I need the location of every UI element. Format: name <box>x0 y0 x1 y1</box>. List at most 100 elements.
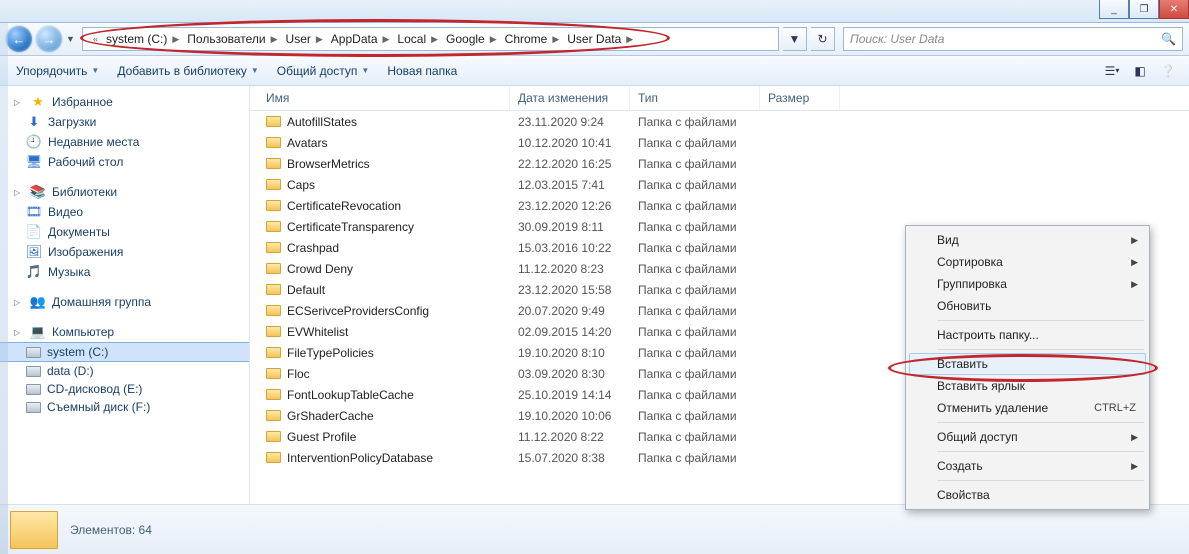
file-date: 12.03.2015 7:41 <box>510 178 630 192</box>
add-to-library-button[interactable]: Добавить в библиотеку▼ <box>109 60 266 82</box>
column-headers: Имя Дата изменения Тип Размер <box>250 86 1189 111</box>
sidebar-item-cd-e[interactable]: CD-дисковод (E:) <box>0 380 249 398</box>
sidebar-libraries-header[interactable]: ▷📚Библиотеки <box>0 182 249 202</box>
ctx-properties[interactable]: Свойства <box>909 484 1146 506</box>
history-dropdown[interactable]: ▼ <box>66 34 78 44</box>
column-header-size[interactable]: Размер <box>760 86 840 110</box>
file-row[interactable]: CertificateRevocation 23.12.2020 12:26Пап… <box>250 195 1189 216</box>
file-date: 25.10.2019 14:14 <box>510 388 630 402</box>
search-icon[interactable]: 🔍 <box>1161 32 1176 46</box>
file-name: Default <box>287 283 325 297</box>
column-header-date[interactable]: Дата изменения <box>510 86 630 110</box>
ctx-group[interactable]: Группировка▶ <box>909 273 1146 295</box>
folder-icon <box>266 158 281 169</box>
breadcrumb-item[interactable]: Local▶ <box>393 28 442 50</box>
file-name: EVWhitelist <box>287 325 348 339</box>
file-name: Crashpad <box>287 241 339 255</box>
file-row[interactable]: AutofillStates23.11.2020 9:24Папка с фай… <box>250 111 1189 132</box>
file-name: Avatars <box>287 136 327 150</box>
file-type: Папка с файлами <box>630 178 760 192</box>
ctx-undo-delete[interactable]: Отменить удалениеCTRL+Z <box>909 397 1146 419</box>
view-options-button[interactable]: ☰▾ <box>1099 60 1125 82</box>
ctx-separator <box>937 451 1144 452</box>
column-header-type[interactable]: Тип <box>630 86 760 110</box>
sidebar-item-pictures[interactable]: 🖼Изображения <box>0 242 249 262</box>
folder-icon <box>266 284 281 295</box>
share-button[interactable]: Общий доступ▼ <box>269 60 378 82</box>
file-type: Папка с файлами <box>630 220 760 234</box>
file-name: InterventionPolicyDatabase <box>287 451 433 465</box>
organize-button[interactable]: Упорядочить▼ <box>8 60 107 82</box>
file-type: Папка с файлами <box>630 199 760 213</box>
file-row[interactable]: BrowserMetrics22.12.2020 16:25Папка с фа… <box>250 153 1189 174</box>
folder-icon <box>266 200 281 211</box>
breadcrumb-item[interactable]: User Data▶ <box>563 28 637 50</box>
file-row[interactable]: Caps12.03.2015 7:41Папка с файлами <box>250 174 1189 195</box>
sidebar-favorites-header[interactable]: ▷★Избранное <box>0 92 249 112</box>
column-header-name[interactable]: Имя <box>250 86 510 110</box>
close-button[interactable]: ✕ <box>1159 0 1189 19</box>
ctx-paste-shortcut[interactable]: Вставить ярлык <box>909 375 1146 397</box>
sidebar-computer-header[interactable]: ▷💻Компьютер <box>0 322 249 342</box>
refresh-button[interactable]: ↻ <box>811 27 835 51</box>
file-date: 19.10.2020 8:10 <box>510 346 630 360</box>
file-type: Папка с файлами <box>630 304 760 318</box>
address-bar[interactable]: « system (C:)▶ Пользователи▶ User▶ AppDa… <box>82 27 779 51</box>
file-name: CertificateRevocation <box>287 199 401 213</box>
sidebar-item-desktop[interactable]: 🖥Рабочий стол <box>0 152 249 172</box>
file-name: FontLookupTableCache <box>287 388 414 402</box>
new-folder-button[interactable]: Новая папка <box>379 60 465 82</box>
breadcrumb-item[interactable]: system (C:)▶ <box>102 28 183 50</box>
file-date: 11.12.2020 8:23 <box>510 262 630 276</box>
folder-icon <box>10 511 58 549</box>
file-type: Папка с файлами <box>630 241 760 255</box>
file-name: Floc <box>287 367 310 381</box>
file-type: Папка с файлами <box>630 451 760 465</box>
search-input[interactable]: Поиск: User Data 🔍 <box>843 27 1183 51</box>
sidebar-item-removable-f[interactable]: Съемный диск (F:) <box>0 398 249 416</box>
sidebar-homegroup-header[interactable]: ▷👥Домашняя группа <box>0 292 249 312</box>
breadcrumb-item[interactable]: Пользователи▶ <box>183 28 281 50</box>
ctx-customize-folder[interactable]: Настроить папку... <box>909 324 1146 346</box>
file-date: 02.09.2015 14:20 <box>510 325 630 339</box>
ctx-new[interactable]: Создать▶ <box>909 455 1146 477</box>
ctx-sort[interactable]: Сортировка▶ <box>909 251 1146 273</box>
forward-button[interactable]: → <box>36 26 62 52</box>
sidebar-item-recent[interactable]: 🕘Недавние места <box>0 132 249 152</box>
breadcrumb-item[interactable]: Chrome▶ <box>501 28 564 50</box>
file-row[interactable]: Avatars10.12.2020 10:41Папка с файлами <box>250 132 1189 153</box>
file-date: 15.03.2016 10:22 <box>510 241 630 255</box>
ctx-refresh[interactable]: Обновить <box>909 295 1146 317</box>
sidebar-item-system-c[interactable]: system (C:) <box>0 342 249 362</box>
folder-icon <box>266 179 281 190</box>
back-button[interactable]: ← <box>6 26 32 52</box>
ctx-share[interactable]: Общий доступ▶ <box>909 426 1146 448</box>
search-placeholder: Поиск: User Data <box>850 32 944 46</box>
file-date: 22.12.2020 16:25 <box>510 157 630 171</box>
maximize-button[interactable]: ❐ <box>1129 0 1159 19</box>
sidebar-item-downloads[interactable]: ⬇Загрузки <box>0 112 249 132</box>
minimize-button[interactable]: _ <box>1099 0 1129 19</box>
address-dropdown[interactable]: ▼ <box>783 27 807 51</box>
address-bar-wrapper: « system (C:)▶ Пользователи▶ User▶ AppDa… <box>82 27 779 51</box>
folder-icon <box>266 116 281 127</box>
file-date: 23.12.2020 12:26 <box>510 199 630 213</box>
sidebar-item-music[interactable]: 🎵Музыка <box>0 262 249 282</box>
folder-icon <box>266 452 281 463</box>
ctx-view[interactable]: Вид▶ <box>909 229 1146 251</box>
folder-icon <box>266 368 281 379</box>
context-menu: Вид▶ Сортировка▶ Группировка▶ Обновить Н… <box>905 225 1150 510</box>
breadcrumb-item[interactable]: Google▶ <box>442 28 501 50</box>
sidebar-item-data-d[interactable]: data (D:) <box>0 362 249 380</box>
folder-icon <box>266 242 281 253</box>
sidebar-item-documents[interactable]: 📄Документы <box>0 222 249 242</box>
preview-pane-button[interactable]: ◧ <box>1127 60 1153 82</box>
file-name: ECSerivceProvidersConfig <box>287 304 429 318</box>
help-button[interactable]: ❔ <box>1155 60 1181 82</box>
status-bar: Элементов: 64 <box>0 504 1189 554</box>
file-name: Guest Profile <box>287 430 356 444</box>
breadcrumb-item[interactable]: AppData▶ <box>327 28 394 50</box>
sidebar-item-videos[interactable]: 🎞Видео <box>0 202 249 222</box>
ctx-paste[interactable]: Вставить <box>909 353 1146 375</box>
breadcrumb-item[interactable]: User▶ <box>282 28 327 50</box>
